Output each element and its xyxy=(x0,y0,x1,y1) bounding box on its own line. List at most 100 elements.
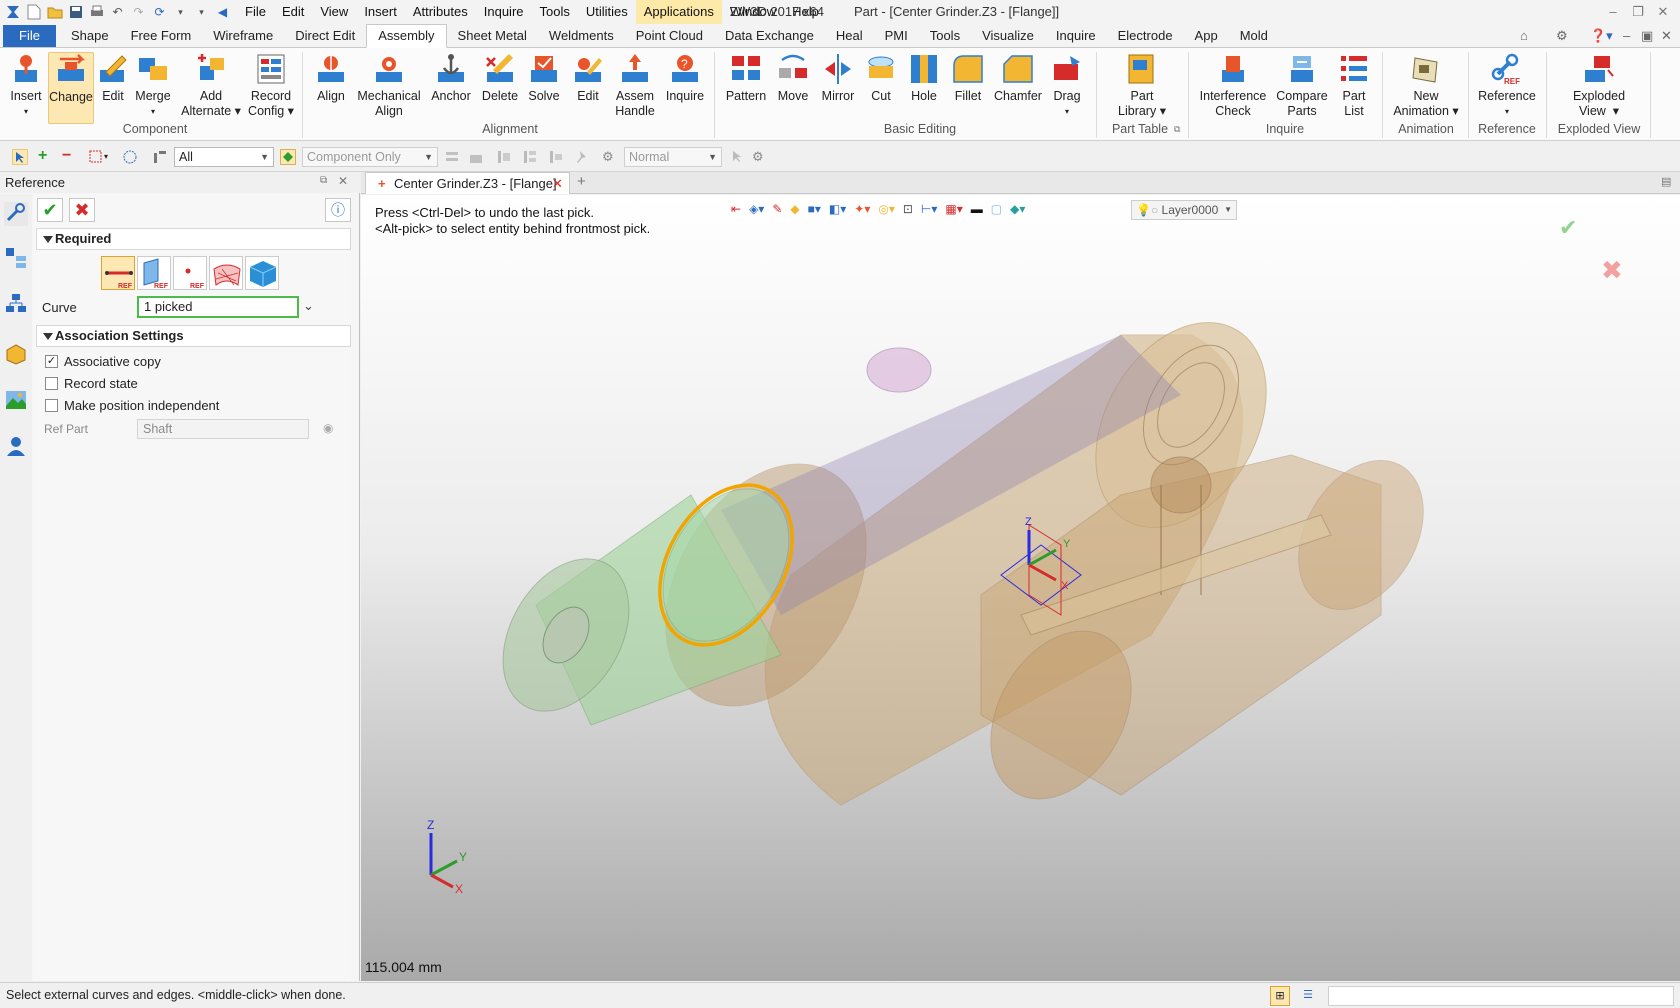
interference-check-button[interactable]: Interference Check xyxy=(1196,52,1270,119)
edit-component-button[interactable]: Edit xyxy=(96,52,130,104)
anchor-button[interactable]: Anchor xyxy=(428,52,474,104)
insert-component-button[interactable]: Insert ▾ xyxy=(6,52,46,119)
minimize-icon[interactable]: – xyxy=(1602,0,1624,24)
snap-mode-combo[interactable]: Normal ▼ xyxy=(624,147,722,167)
required-section-header[interactable]: Required xyxy=(36,228,351,250)
component-filter-icon[interactable] xyxy=(280,149,296,165)
restore-icon[interactable]: ❐ xyxy=(1627,0,1649,24)
cut-button[interactable]: Cut xyxy=(862,52,900,104)
snap-tool-icon[interactable]: ⚙ xyxy=(752,149,768,165)
part-library-button[interactable]: Part Library ▾ xyxy=(1116,52,1168,119)
assem-handle-button[interactable]: Assem Handle xyxy=(612,52,658,119)
add-pick-icon[interactable]: + xyxy=(38,148,54,165)
pin-icon[interactable] xyxy=(574,149,590,165)
open-folder-icon[interactable] xyxy=(46,4,63,21)
drag-dropdown-icon[interactable]: ▾ xyxy=(1048,104,1086,119)
panel-close-icon[interactable]: ✕ xyxy=(338,174,348,188)
pattern-button[interactable]: Pattern xyxy=(722,52,770,104)
tab-tools[interactable]: Tools xyxy=(919,24,971,48)
3d-viewport[interactable]: ⇤ ◈▾ ✎ ◆ ■▾ ◧▾ ✦▾ ◎▾ ⊡ ⊢▾ ▦▾ ▬ ▢ ◆▾ 💡○ L… xyxy=(361,195,1680,981)
close-tab-icon[interactable]: ✕ xyxy=(552,173,563,194)
assembly-model[interactable]: Z Y X xyxy=(361,195,1680,981)
app-logo-icon[interactable] xyxy=(4,4,21,21)
merge-button[interactable]: Merge ▾ xyxy=(133,52,173,119)
new-file-icon[interactable] xyxy=(25,4,42,21)
doc-close-icon[interactable]: ✕ xyxy=(1661,24,1672,48)
redo-icon[interactable]: ↷ xyxy=(130,4,147,21)
box-select-icon[interactable] xyxy=(88,149,104,165)
curve-picked-field[interactable]: 1 picked xyxy=(137,296,299,318)
mirror-button[interactable]: Mirror xyxy=(816,52,860,104)
tab-inquire[interactable]: Inquire xyxy=(1045,24,1107,48)
compare-parts-button[interactable]: Compare Parts xyxy=(1274,52,1330,119)
status-list-icon[interactable]: ☰ xyxy=(1298,986,1318,1006)
history-tree-icon[interactable] xyxy=(4,292,28,316)
menu-tools[interactable]: Tools xyxy=(532,0,578,24)
print-icon[interactable] xyxy=(88,4,105,21)
panel-pin-icon[interactable]: ⧉ xyxy=(320,175,327,186)
lasso-select-icon[interactable] xyxy=(122,149,138,165)
box-select-dropdown-icon[interactable]: ▾ xyxy=(104,149,120,165)
doc-restore-icon[interactable]: ▣ xyxy=(1641,24,1653,48)
expand-options-icon[interactable]: ⌄ xyxy=(303,298,314,314)
align-button[interactable]: Align xyxy=(310,52,352,104)
ref-part-pick-icon[interactable]: ◉ xyxy=(323,421,333,435)
help-icon[interactable]: ❓▾ xyxy=(1590,24,1613,48)
tab-pmi[interactable]: PMI xyxy=(874,24,919,48)
record-config-button[interactable]: Record Config ▾ xyxy=(246,52,296,119)
menu-inquire[interactable]: Inquire xyxy=(476,0,532,24)
pick-tool-icon[interactable] xyxy=(730,149,746,165)
menu-utilities[interactable]: Utilities xyxy=(578,0,636,24)
menu-insert[interactable]: Insert xyxy=(356,0,405,24)
solve-button[interactable]: Solve xyxy=(524,52,564,104)
status-layout-icon[interactable]: ⊞ xyxy=(1270,986,1290,1006)
reference-dropdown-icon[interactable]: ▾ xyxy=(1476,104,1538,119)
select-tool-icon-2[interactable] xyxy=(468,149,484,165)
settings-gear-icon[interactable]: ⚙ xyxy=(1556,24,1568,48)
assembly-manager-icon[interactable] xyxy=(4,246,28,270)
fillet-button[interactable]: Fillet xyxy=(948,52,988,104)
remove-pick-icon[interactable]: − xyxy=(62,148,78,165)
new-animation-button[interactable]: New Animation ▾ xyxy=(1390,52,1462,119)
association-settings-header[interactable]: Association Settings xyxy=(36,325,351,347)
user-icon[interactable] xyxy=(4,434,28,458)
tab-data-exchange[interactable]: Data Exchange xyxy=(714,24,825,48)
tab-app[interactable]: App xyxy=(1184,24,1229,48)
filter-list-icon[interactable] xyxy=(152,149,168,165)
cancel-button[interactable]: ✖ xyxy=(69,198,95,222)
tab-weldments[interactable]: Weldments xyxy=(538,24,625,48)
image-viewer-icon[interactable] xyxy=(4,388,28,412)
ok-button[interactable]: ✔ xyxy=(37,198,63,222)
select-tool-icon-4[interactable] xyxy=(522,149,538,165)
edit-constraint-button[interactable]: Edit xyxy=(568,52,608,104)
document-tab[interactable]: + Center Grinder.Z3 - [Flange] ✕ xyxy=(365,172,570,194)
associative-copy-checkbox[interactable]: ✓ xyxy=(45,355,58,368)
tab-sheet-metal[interactable]: Sheet Metal xyxy=(447,24,538,48)
tab-heal[interactable]: Heal xyxy=(825,24,874,48)
tab-direct-edit[interactable]: Direct Edit xyxy=(284,24,366,48)
mechanical-align-button[interactable]: Mechanical Align xyxy=(356,52,422,119)
delete-constraint-button[interactable]: Delete xyxy=(480,52,520,104)
tab-electrode[interactable]: Electrode xyxy=(1107,24,1184,48)
pick-arrow-icon[interactable] xyxy=(12,149,28,165)
select-tool-icon-1[interactable] xyxy=(444,149,460,165)
surface-ref-type-button[interactable] xyxy=(209,256,243,290)
rebuild-icon[interactable]: ⟳ xyxy=(151,4,168,21)
part-table-launcher-icon[interactable]: ⧉ xyxy=(1174,124,1180,135)
exploded-view-button[interactable]: Exploded View ▾ xyxy=(1560,52,1638,119)
change-component-button[interactable]: Change xyxy=(48,52,94,124)
pick-filter-combo[interactable]: All ▼ xyxy=(174,147,274,167)
hole-button[interactable]: Hole xyxy=(904,52,944,104)
component-scope-combo[interactable]: Component Only ▼ xyxy=(302,147,438,167)
tab-point-cloud[interactable]: Point Cloud xyxy=(625,24,714,48)
new-tab-icon[interactable]: + xyxy=(577,173,586,190)
command-input[interactable] xyxy=(1328,986,1674,1006)
select-tool-icon-3[interactable] xyxy=(496,149,512,165)
merge-dropdown-icon[interactable]: ▾ xyxy=(133,104,173,119)
menu-file[interactable]: File xyxy=(237,0,274,24)
tab-mold[interactable]: Mold xyxy=(1229,24,1279,48)
close-window-icon[interactable]: ✕ xyxy=(1652,0,1674,24)
qat-customize-icon[interactable]: ▾ xyxy=(193,4,210,21)
collapse-ribbon-icon[interactable]: ⌂ xyxy=(1520,24,1528,48)
undo-icon[interactable]: ↶ xyxy=(109,4,126,21)
